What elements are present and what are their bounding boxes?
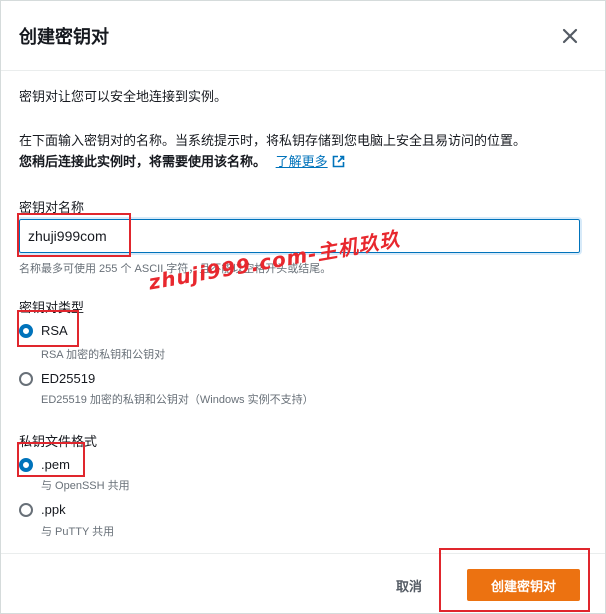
radio-ed25519[interactable]: ED25519 [19,371,95,386]
instruction-line-2-wrap: 您稍后连接此实例时，将需要使用该名称。 了解更多 [19,152,345,174]
learn-more-link[interactable]: 了解更多 [276,154,328,169]
radio-unselected-icon[interactable] [19,502,33,517]
external-link-icon[interactable] [332,154,345,174]
radio-ppk-label: .ppk [41,502,66,517]
radio-rsa-desc: RSA 加密的私钥和公钥对 [41,349,166,361]
radio-selected-icon[interactable] [19,323,33,338]
radio-ed25519-desc: ED25519 加密的私钥和公钥对（Windows 实例不支持） [41,394,314,406]
radio-ppk-desc: 与 PuTTY 共用 [41,526,115,538]
radio-pem[interactable]: .pem [19,457,70,472]
instruction-line-1: 在下面输入密钥对的名称。当系统提示时，将私钥存储到您电脑上安全且易访问的位置。 [19,133,527,148]
private-key-format-label: 私钥文件格式 [19,434,98,449]
close-icon[interactable] [559,25,581,47]
dialog-header: 创建密钥对 [1,1,605,71]
dialog-title: 创建密钥对 [19,27,109,47]
key-pair-type-label: 密钥对类型 [19,300,85,315]
dialog-footer: 取消 创建密钥对 [1,553,605,614]
radio-ed25519-label: ED25519 [41,371,96,386]
instruction-line-2: 您稍后连接此实例时，将需要使用该名称。 [19,154,267,169]
cancel-button[interactable]: 取消 [396,576,422,595]
radio-pem-desc: 与 OpenSSH 共用 [41,480,130,492]
radio-selected-icon[interactable] [19,457,33,472]
create-key-pair-button[interactable]: 创建密钥对 [467,569,580,601]
radio-ppk[interactable]: .ppk [19,502,66,517]
key-pair-name-label: 密钥对名称 [19,200,85,215]
radio-unselected-icon[interactable] [19,371,33,386]
intro-text: 密钥对让您可以安全地连接到实例。 [19,89,228,104]
radio-rsa[interactable]: RSA [19,323,68,338]
radio-pem-label: .pem [41,457,70,472]
create-key-pair-dialog: 创建密钥对 密钥对让您可以安全地连接到实例。 在下面输入密钥对的名称。当系统提示… [0,0,606,614]
radio-rsa-label: RSA [41,323,68,338]
